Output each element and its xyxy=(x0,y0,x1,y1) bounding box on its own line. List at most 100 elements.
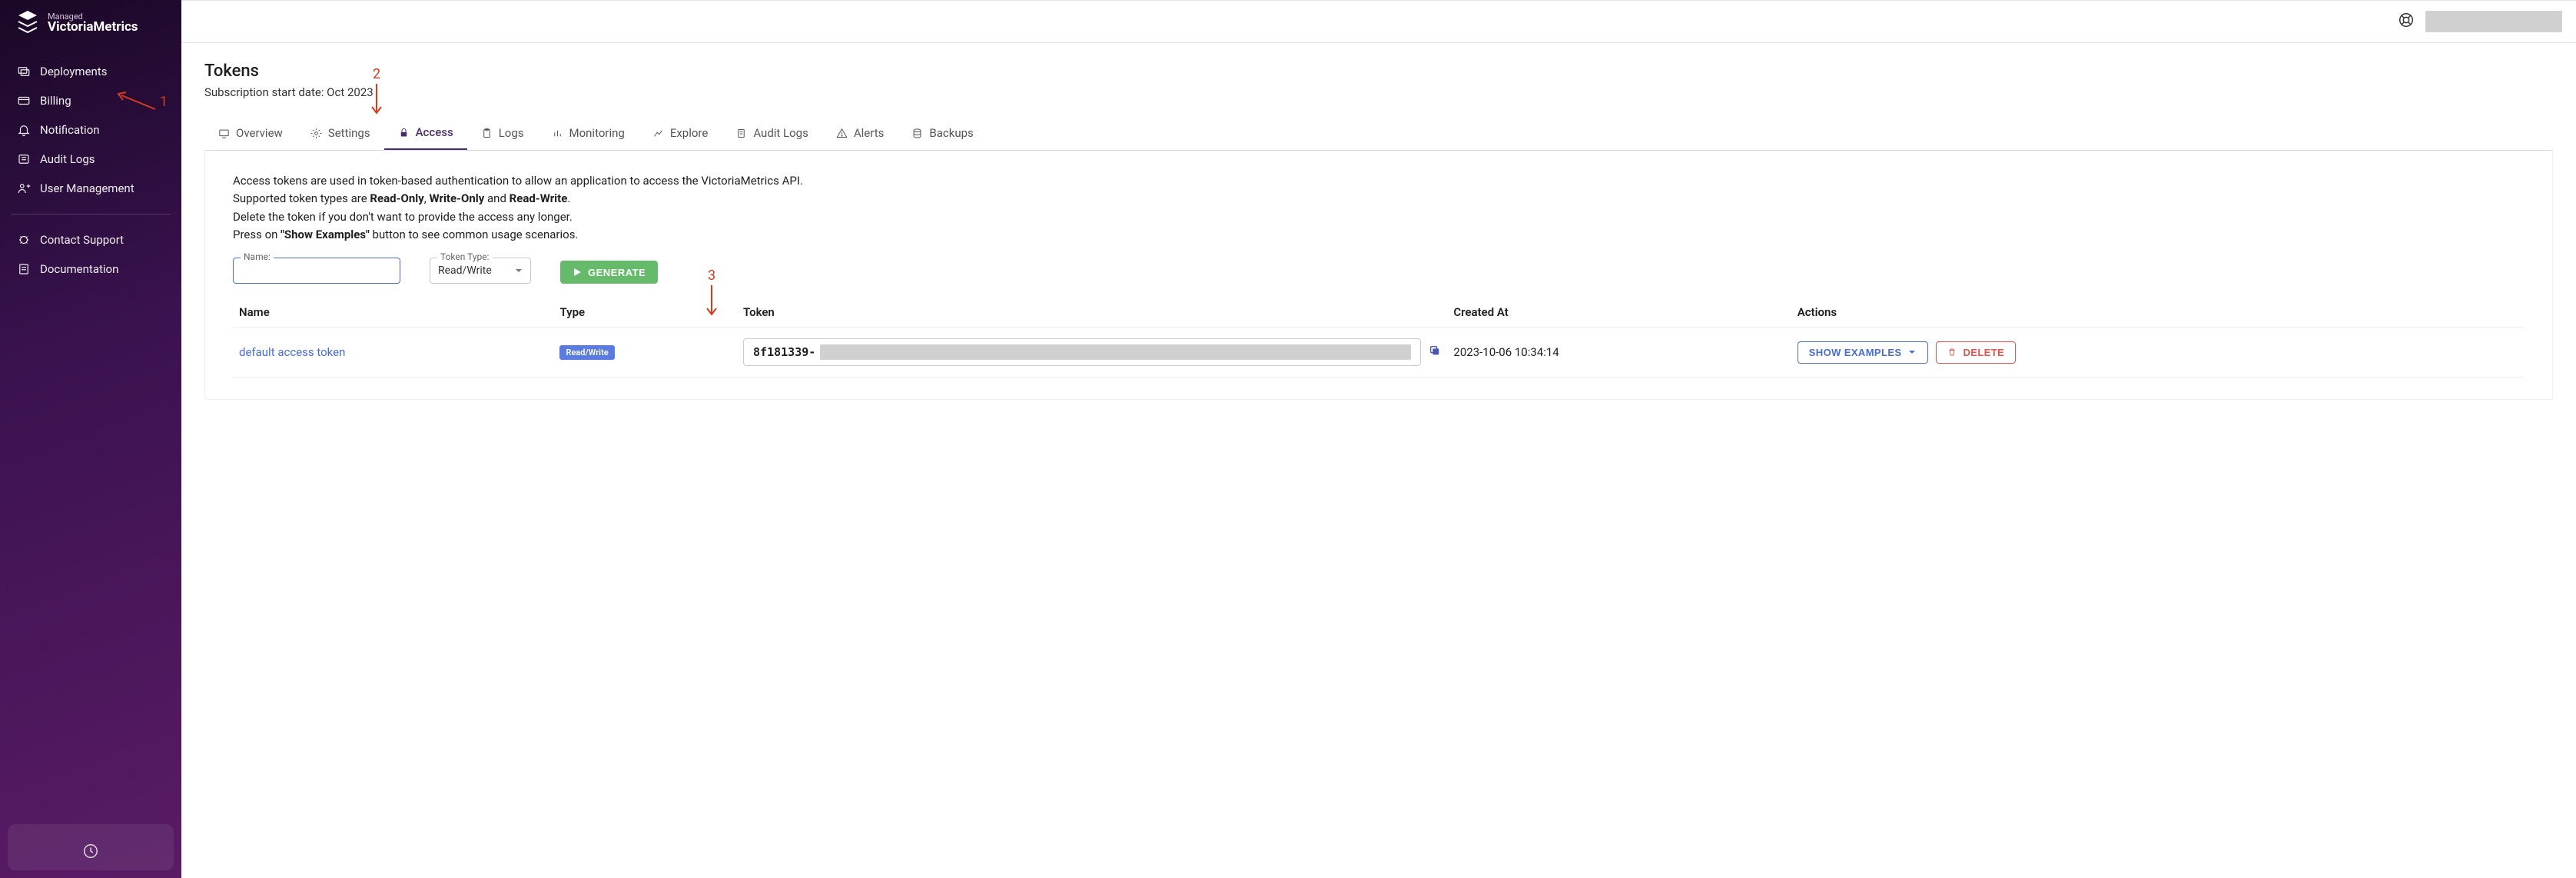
lock-icon xyxy=(398,127,410,138)
screens-icon xyxy=(17,65,31,78)
credits-card xyxy=(8,824,174,870)
desc-text: and xyxy=(484,191,509,205)
tab-label: Overview xyxy=(236,126,283,140)
tab-overview[interactable]: Overview xyxy=(204,116,297,150)
lifebuoy-icon[interactable] xyxy=(2398,12,2415,32)
sidebar-item-label: Deployments xyxy=(40,65,107,78)
desc-bold: "Show Examples" xyxy=(281,228,370,241)
copy-icon[interactable] xyxy=(1429,344,1441,360)
tab-settings[interactable]: Settings xyxy=(297,116,384,150)
created-at: 2023-10-06 10:34:14 xyxy=(1447,328,1791,377)
primary-nav: Deployments Billing Notification Audit L… xyxy=(0,57,181,203)
sidebar-item-contact-support[interactable]: Contact Support xyxy=(6,225,175,254)
tab-backups[interactable]: Backups xyxy=(898,116,987,150)
clipboard-icon xyxy=(481,128,493,139)
brand-logo: Managed VictoriaMetrics xyxy=(0,11,181,57)
type-value: Read/Write xyxy=(438,264,492,277)
sidebar-item-notification[interactable]: Notification xyxy=(6,115,175,145)
table-row: default access token Read/Write 8f181339… xyxy=(233,328,2525,377)
tab-label: Backups xyxy=(929,126,973,140)
sidebar-item-label: Contact Support xyxy=(40,233,124,247)
secondary-nav: Contact Support Documentation xyxy=(0,225,181,284)
generate-button[interactable]: GENERATE xyxy=(560,261,658,284)
sidebar-item-audit-logs[interactable]: Audit Logs xyxy=(6,145,175,174)
th-actions: Actions xyxy=(1791,298,2525,328)
tab-explore[interactable]: Explore xyxy=(639,116,722,150)
list-icon xyxy=(17,152,31,166)
tab-label: Access xyxy=(416,125,453,139)
tab-label: Audit Logs xyxy=(753,126,808,140)
show-examples-button[interactable]: SHOW EXAMPLES xyxy=(1798,341,1929,364)
token-name-link[interactable]: default access token xyxy=(239,345,345,359)
doc-icon xyxy=(17,262,31,276)
type-label: Token Type: xyxy=(437,251,493,262)
token-type-badge: Read/Write xyxy=(559,345,614,360)
th-token: Token xyxy=(737,298,1447,328)
sidebar-item-label: Billing xyxy=(40,94,71,108)
tab-label: Monitoring xyxy=(569,126,625,140)
delete-button[interactable]: DELETE xyxy=(1936,341,2016,364)
logo-icon xyxy=(15,11,40,35)
sidebar-item-label: Audit Logs xyxy=(40,152,95,166)
alert-icon xyxy=(836,128,848,139)
tab-logs[interactable]: Logs xyxy=(467,116,538,150)
desc-bold: Write-Only xyxy=(429,191,484,205)
bell-icon xyxy=(17,123,31,137)
desc-text: Access tokens are used in token-based au… xyxy=(233,174,803,188)
delete-label: DELETE xyxy=(1963,347,2004,358)
tab-alerts[interactable]: Alerts xyxy=(822,116,898,150)
sidebar: Managed VictoriaMetrics Deployments Bill… xyxy=(0,0,181,878)
brand-big: VictoriaMetrics xyxy=(48,21,138,34)
clock-icon xyxy=(82,843,99,860)
profile-placeholder[interactable] xyxy=(2425,11,2562,32)
type-field-wrap: Token Type: Read/Write xyxy=(430,258,531,284)
chevron-down-icon xyxy=(1907,348,1917,357)
token-form: Name: Token Type: Read/Write GENERATE xyxy=(233,258,2525,284)
token-prefix: 8f181339- xyxy=(753,345,815,359)
tokens-table: Name Type Token Created At Actions defau… xyxy=(233,298,2525,377)
generate-label: GENERATE xyxy=(588,267,646,278)
token-value-box: 8f181339- xyxy=(743,338,1421,366)
chart-icon xyxy=(652,128,664,139)
access-description: Access tokens are used in token-based au… xyxy=(233,172,2525,244)
users-icon xyxy=(17,181,31,195)
page-title: Tokens xyxy=(204,62,2553,81)
desc-text: . xyxy=(567,191,570,205)
topbar xyxy=(181,0,2576,43)
token-mask xyxy=(820,344,1411,360)
sidebar-item-billing[interactable]: Billing xyxy=(6,86,175,115)
chevron-down-icon xyxy=(515,267,523,274)
tab-label: Explore xyxy=(670,126,709,140)
gear-icon xyxy=(310,128,322,139)
sidebar-item-label: Notification xyxy=(40,123,100,137)
tabs: Overview Settings Access Logs Monitoring xyxy=(204,116,2553,151)
tab-access[interactable]: Access xyxy=(384,116,467,150)
sidebar-item-label: User Management xyxy=(40,181,134,195)
desc-text: Supported token types are xyxy=(233,191,370,205)
sidebar-item-deployments[interactable]: Deployments xyxy=(6,57,175,86)
desc-bold: Read-Write xyxy=(510,191,568,205)
play-icon xyxy=(573,268,582,277)
th-created: Created At xyxy=(1447,298,1791,328)
tab-label: Alerts xyxy=(854,126,885,140)
page-subtitle: Subscription start date: Oct 2023 xyxy=(204,85,2553,99)
th-type: Type xyxy=(553,298,737,328)
show-label: SHOW EXAMPLES xyxy=(1809,347,1902,358)
name-field-wrap: Name: xyxy=(233,258,400,284)
trash-icon xyxy=(1947,348,1957,357)
sidebar-item-documentation[interactable]: Documentation xyxy=(6,254,175,284)
bars-icon xyxy=(552,128,563,139)
tab-monitoring[interactable]: Monitoring xyxy=(538,116,639,150)
th-name: Name xyxy=(233,298,553,328)
access-panel: Access tokens are used in token-based au… xyxy=(204,151,2553,400)
tab-label: Settings xyxy=(328,126,370,140)
database-icon xyxy=(911,128,923,139)
file-icon xyxy=(735,128,747,139)
tab-audit-logs[interactable]: Audit Logs xyxy=(722,116,822,150)
main: Tokens Subscription start date: Oct 2023… xyxy=(181,0,2576,878)
monitor-icon xyxy=(218,128,230,139)
sidebar-item-user-management[interactable]: User Management xyxy=(6,174,175,203)
card-icon xyxy=(17,94,31,108)
desc-bold: Read-Only xyxy=(370,191,423,205)
nav-separator xyxy=(11,214,171,215)
